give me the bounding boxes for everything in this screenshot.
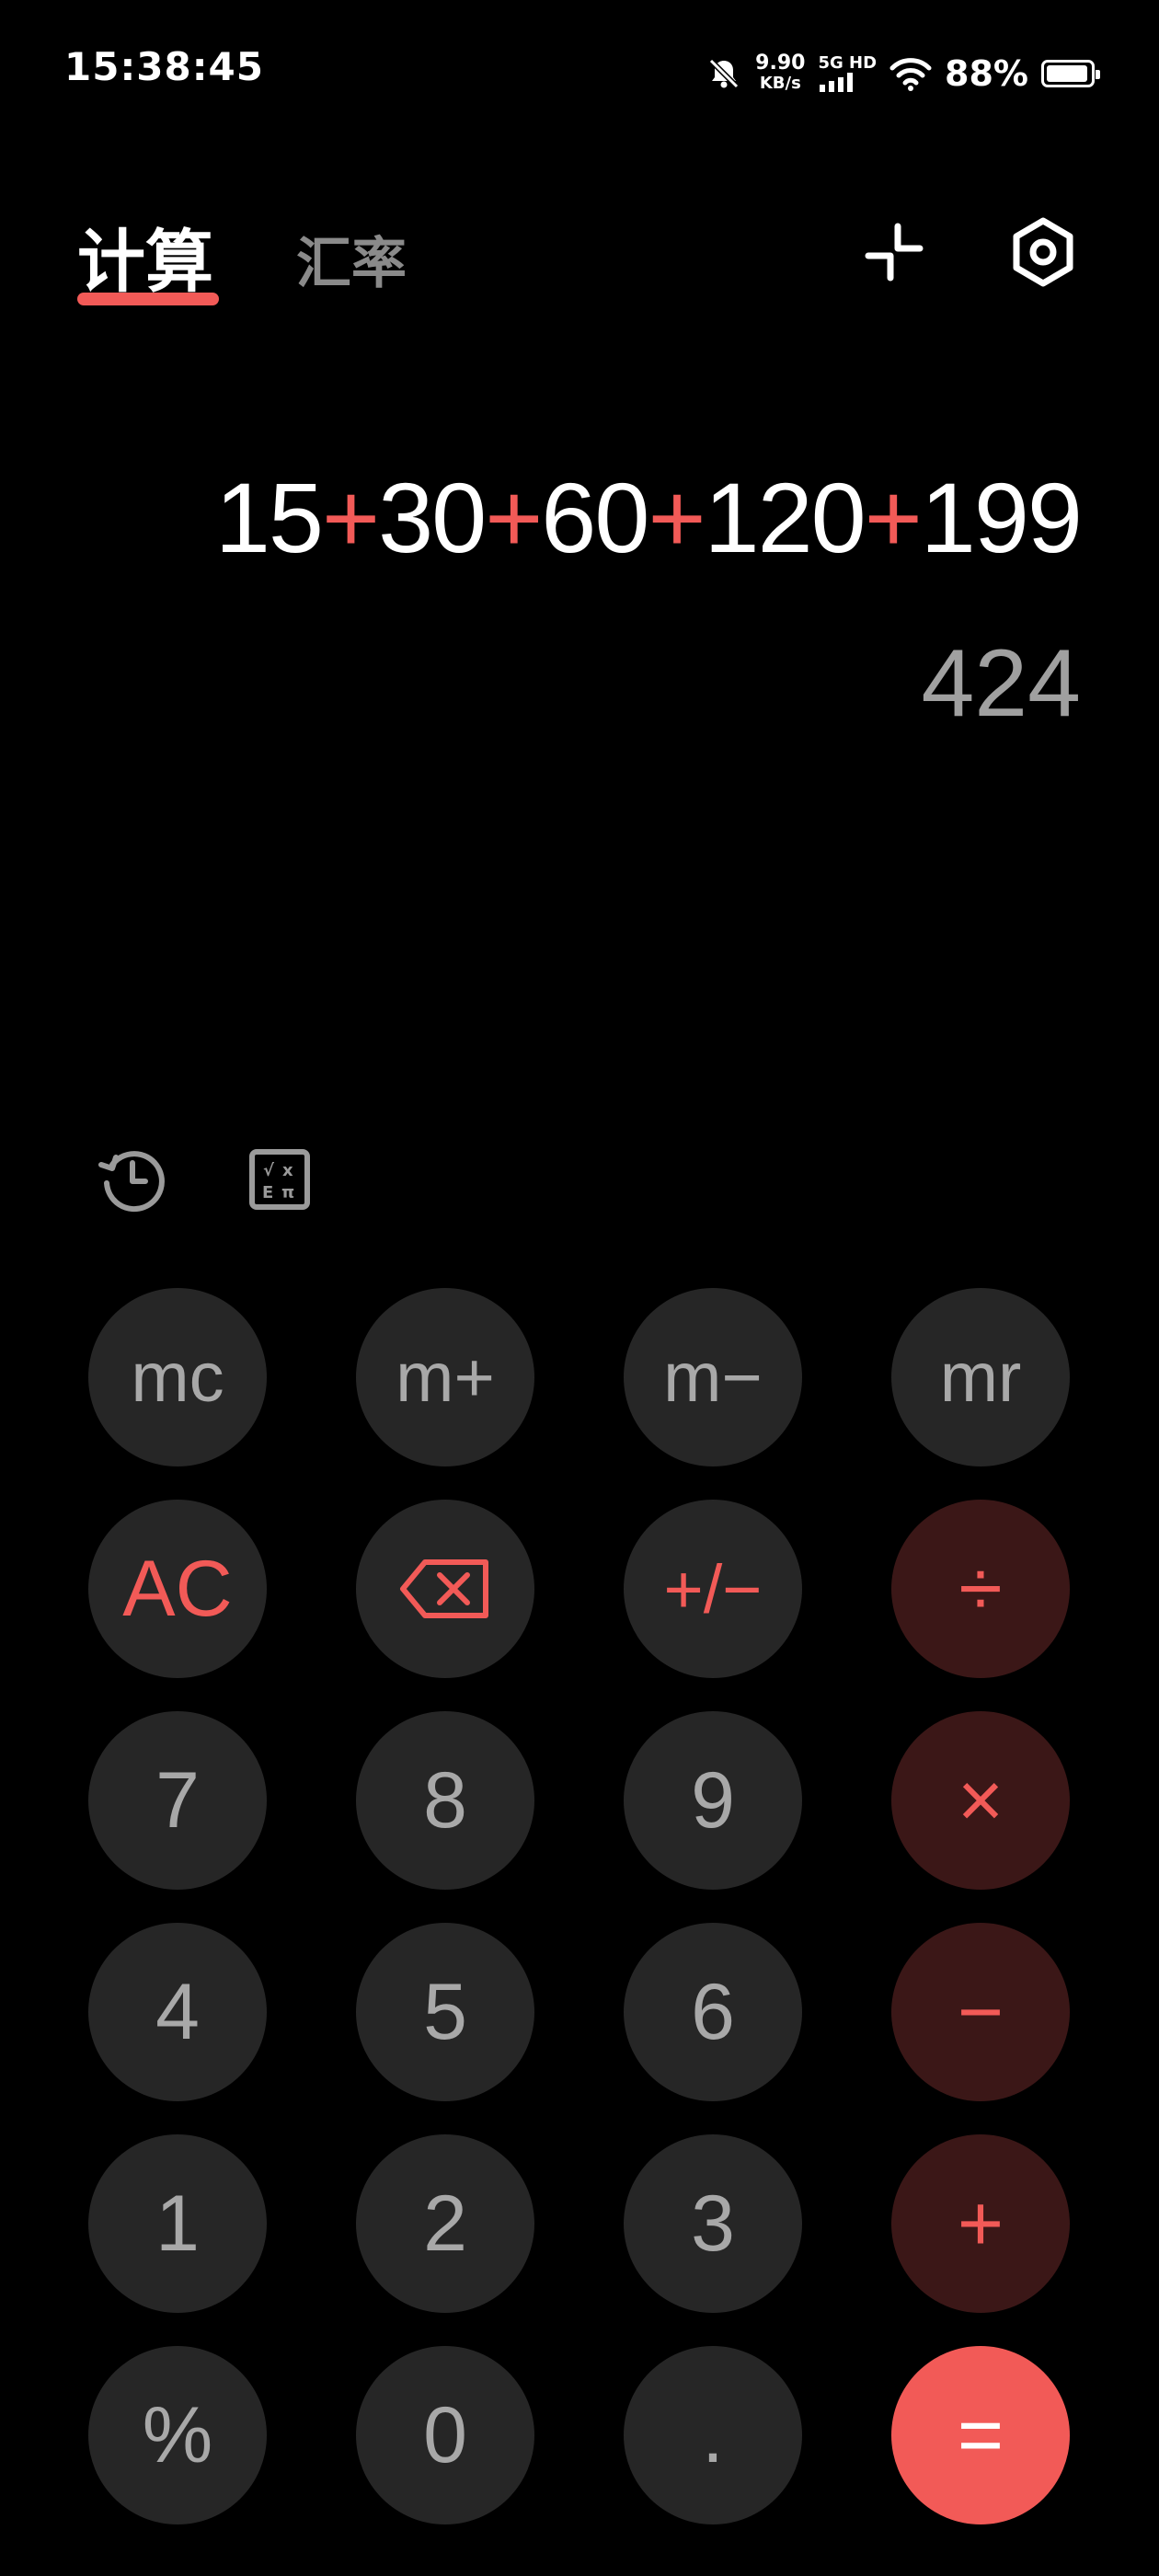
operator: + <box>485 462 543 573</box>
operand: 60 <box>541 462 649 573</box>
memory-add-button[interactable]: m+ <box>356 1288 534 1466</box>
svg-text:E: E <box>262 1183 273 1202</box>
memory-recall-button[interactable]: mr <box>891 1288 1070 1466</box>
operator: + <box>864 462 923 573</box>
multiply-button[interactable]: × <box>891 1711 1070 1890</box>
memory-subtract-button[interactable]: m− <box>624 1288 802 1466</box>
operand: 30 <box>378 462 487 573</box>
network-type: 5G HD <box>818 53 878 73</box>
digit-3-button[interactable]: 3 <box>624 2134 802 2313</box>
digit-5-button[interactable]: 5 <box>356 1923 534 2101</box>
digit-9-button[interactable]: 9 <box>624 1711 802 1890</box>
equals-button[interactable]: = <box>891 2346 1070 2524</box>
network-indicator: 5G HD <box>818 55 877 92</box>
compact-mode-icon[interactable] <box>855 213 933 291</box>
svg-text:π: π <box>281 1183 294 1202</box>
net-speed: 9.90 KB/s <box>755 53 805 94</box>
scientific-icon[interactable]: √ x E π <box>241 1141 318 1218</box>
mute-bell-icon <box>709 58 740 89</box>
digit-2-button[interactable]: 2 <box>356 2134 534 2313</box>
battery-icon <box>1041 60 1100 87</box>
digit-8-button[interactable]: 8 <box>356 1711 534 1890</box>
wifi-icon <box>889 58 932 91</box>
net-speed-unit: KB/s <box>759 74 801 93</box>
tab-calculator[interactable]: 计算 <box>77 207 213 305</box>
svg-text:x: x <box>282 1161 293 1180</box>
signal-icon <box>820 73 854 92</box>
expression-display: 15+30+60+120+199 <box>214 460 1083 575</box>
operator: + <box>322 462 380 573</box>
digit-1-button[interactable]: 1 <box>88 2134 267 2313</box>
result-display: 424 <box>921 630 1081 737</box>
status-icons: 9.90 KB/s 5G HD 88% <box>706 46 1100 101</box>
settings-icon[interactable] <box>1004 213 1082 291</box>
add-button[interactable]: + <box>891 2134 1070 2313</box>
digit-7-button[interactable]: 7 <box>88 1711 267 1890</box>
battery-percent: 88% <box>945 53 1028 94</box>
operator: + <box>648 462 706 573</box>
backspace-button[interactable] <box>356 1500 534 1678</box>
tab-exchange-rate[interactable]: 汇率 <box>296 219 407 299</box>
all-clear-button[interactable]: AC <box>88 1500 267 1678</box>
sign-toggle-button[interactable]: +/− <box>624 1500 802 1678</box>
operand: 199 <box>920 462 1083 573</box>
active-tab-indicator <box>77 293 219 305</box>
svg-text:√: √ <box>263 1161 275 1180</box>
digit-0-button[interactable]: 0 <box>356 2346 534 2524</box>
backspace-icon <box>400 1559 488 1618</box>
digit-6-button[interactable]: 6 <box>624 1923 802 2101</box>
operand: 120 <box>704 462 866 573</box>
net-speed-value: 9.90 <box>755 52 806 75</box>
subtract-button[interactable]: − <box>891 1923 1070 2101</box>
status-bar: 15:38:45 9.90 KB/s 5G HD 88% <box>0 0 1159 138</box>
percent-button[interactable]: % <box>88 2346 267 2524</box>
digit-4-button[interactable]: 4 <box>88 1923 267 2101</box>
decimal-button[interactable]: . <box>624 2346 802 2524</box>
keypad: mc m+ m− mr AC +/− ÷ 7 8 9 × 4 5 6 − 1 2… <box>88 1288 1071 2524</box>
divide-button[interactable]: ÷ <box>891 1500 1070 1678</box>
status-time: 15:38:45 <box>64 44 264 89</box>
operand: 15 <box>214 462 324 573</box>
history-icon[interactable] <box>94 1141 171 1218</box>
memory-clear-button[interactable]: mc <box>88 1288 267 1466</box>
